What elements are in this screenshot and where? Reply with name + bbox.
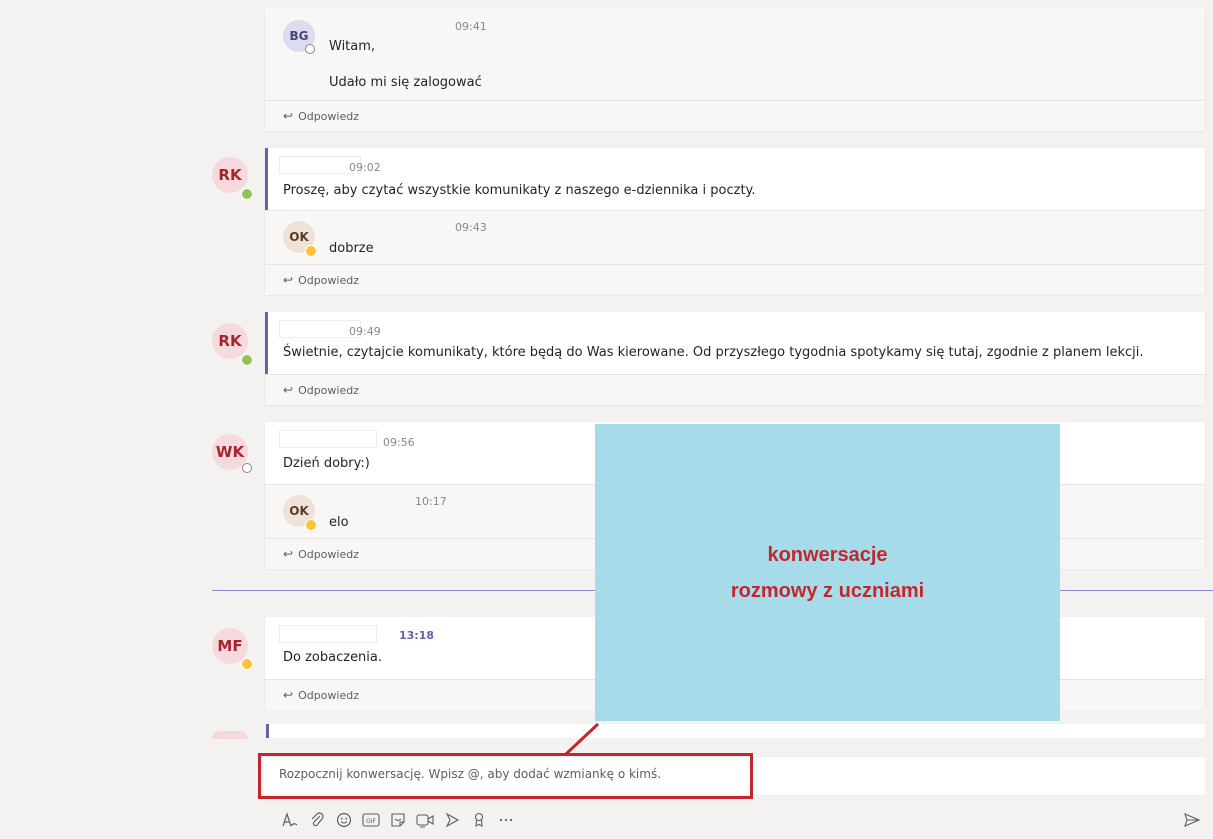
reply-arrow-icon: ↩ [283,109,294,123]
author-name [279,430,377,448]
avatar-initials: RK [218,332,242,350]
status-available-icon [241,188,253,200]
approvals-icon[interactable] [466,808,492,832]
avatar [212,731,248,739]
reply-link[interactable]: ↩ Odpowiedz [283,547,359,561]
message-text: Świetnie, czytajcie komunikaty, które bę… [283,345,1144,360]
reply-link[interactable]: ↩ Odpowiedz [283,688,359,702]
message-text: Proszę, aby czytać wszystkie komunikaty … [283,183,756,198]
message-text: Udało mi się zalogować [329,75,482,90]
root-message: 09:02 Proszę, aby czytać wszystkie komun… [265,148,1205,210]
avatar-initials: MF [217,637,243,655]
thread-card: 09:49 Świetnie, czytajcie komunikaty, kt… [265,312,1205,405]
annotation-title: konwersacje [767,544,888,566]
compose-toolbar: GIF [277,808,520,832]
more-icon[interactable] [493,808,519,832]
sticker-icon[interactable] [385,808,411,832]
status-away-icon [305,245,317,257]
reply-row[interactable]: ↩ Odpowiedz [265,100,1205,131]
send-icon[interactable] [1180,808,1204,832]
reply-label: Odpowiedz [298,689,359,702]
meet-icon[interactable] [412,808,438,832]
avatar-initials: RK [218,166,242,184]
root-message: 09:49 Świetnie, czytajcie komunikaty, kt… [265,312,1205,374]
message-time: 09:43 [455,221,487,234]
avatar-initials: WK [215,443,245,461]
reply-arrow-icon: ↩ [283,688,294,702]
reply-link[interactable]: ↩ Odpowiedz [283,109,359,123]
gif-icon[interactable]: GIF [358,808,384,832]
annotation-subtitle: rozmowy z uczniami [730,580,925,602]
message-text: Do zobaczenia. [283,650,383,665]
emoji-icon[interactable] [331,808,357,832]
reply-label: Odpowiedz [298,384,359,397]
reply-link[interactable]: ↩ Odpowiedz [283,273,359,287]
status-away-icon [241,658,253,670]
author-name [279,625,377,643]
avatar-initials: BG [289,29,309,43]
reply-label: Odpowiedz [298,110,359,123]
status-away-icon [305,519,317,531]
message-text: dobrze [329,241,374,256]
message-time: 13:18 [399,629,435,642]
message-text: elo [329,515,349,530]
thread-card: 09:02 Proszę, aby czytać wszystkie komun… [265,148,1205,295]
reply-label: Odpowiedz [298,548,359,561]
reply-link[interactable]: ↩ Odpowiedz [283,383,359,397]
avatar-initials: OK [289,504,309,518]
attach-icon[interactable] [304,808,330,832]
message-time: 09:49 [349,325,381,338]
format-icon[interactable] [277,808,303,832]
reply-label: Odpowiedz [298,274,359,287]
message-time: 09:41 [455,20,487,33]
avatar[interactable]: RK [212,323,248,359]
compose-highlight [258,753,753,799]
thread-card: BG 09:41 Witam, Udało mi się zalogować ↩… [265,8,1205,131]
praise-icon[interactable] [439,808,465,832]
status-offline-icon [242,463,252,473]
svg-text:GIF: GIF [366,818,376,825]
message-time: 09:56 [383,436,415,449]
status-offline-icon [305,44,315,54]
reply-message: BG 09:41 Witam, Udało mi się zalogować [265,8,1205,100]
reply-message: OK 09:43 dobrze [265,210,1205,264]
annotation-box: konwersacje rozmowy z uczniami [595,424,1060,721]
message-time: 09:02 [349,161,381,174]
message-text: Witam, [329,39,376,54]
thread-card-partial [266,724,1205,738]
avatar-initials: OK [289,230,309,244]
reply-arrow-icon: ↩ [283,547,294,561]
reply-arrow-icon: ↩ [283,273,294,287]
status-available-icon [241,354,253,366]
message-time: 10:17 [415,495,447,508]
message-text: Dzień dobry:) [283,456,370,471]
avatar[interactable]: RK [212,157,248,193]
reply-arrow-icon: ↩ [283,383,294,397]
reply-row[interactable]: ↩ Odpowiedz [265,264,1205,295]
reply-row[interactable]: ↩ Odpowiedz [265,374,1205,405]
